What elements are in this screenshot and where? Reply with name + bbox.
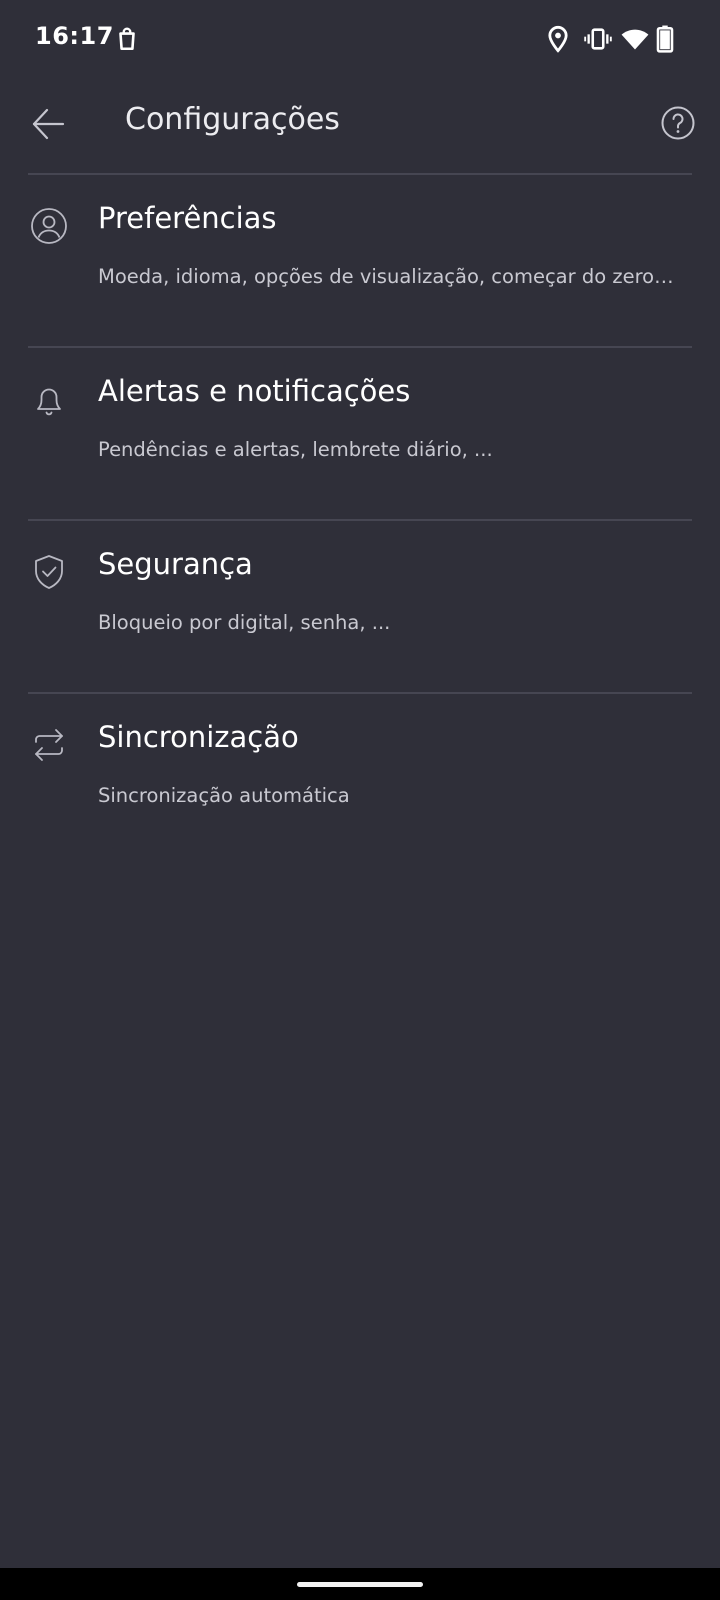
bell-icon (30, 380, 68, 418)
back-button[interactable] (28, 104, 68, 144)
settings-item-title: Sincronização (98, 720, 299, 754)
settings-item-title: Preferências (98, 201, 277, 235)
battery-icon (654, 25, 676, 53)
settings-item-sync[interactable]: Sincronização Sincronização automática (0, 694, 720, 862)
status-time: 16:17 (35, 22, 114, 50)
help-button[interactable] (660, 105, 696, 141)
arrow-left-icon (28, 104, 68, 144)
settings-item-subtitle: Sincronização automática (98, 784, 350, 807)
settings-item-subtitle: Pendências e alertas, lembrete diário, .… (98, 438, 493, 461)
sync-arrows-icon (30, 726, 68, 764)
home-gesture-handle[interactable] (297, 1582, 423, 1587)
vibrate-icon (584, 25, 612, 53)
system-navigation-bar (0, 1568, 720, 1600)
location-pin-icon (544, 25, 572, 53)
settings-item-security[interactable]: Segurança Bloqueio por digital, senha, .… (0, 521, 720, 689)
page-title: Configurações (125, 102, 340, 137)
settings-item-subtitle: Bloqueio por digital, senha, ... (98, 611, 391, 634)
shopping-bag-icon (114, 25, 140, 53)
user-circle-icon (30, 207, 68, 245)
wifi-icon (620, 25, 650, 53)
app-bar: Configurações (0, 80, 720, 174)
status-bar: 16:17 (0, 0, 720, 80)
settings-item-alerts[interactable]: Alertas e notificações Pendências e aler… (0, 348, 720, 516)
settings-item-title: Segurança (98, 547, 253, 581)
settings-item-title: Alertas e notificações (98, 374, 411, 408)
help-circle-icon (660, 105, 696, 141)
shield-check-icon (30, 553, 68, 591)
settings-item-preferences[interactable]: Preferências Moeda, idioma, opções de vi… (0, 175, 720, 343)
settings-item-subtitle: Moeda, idioma, opções de visualização, c… (98, 265, 674, 288)
